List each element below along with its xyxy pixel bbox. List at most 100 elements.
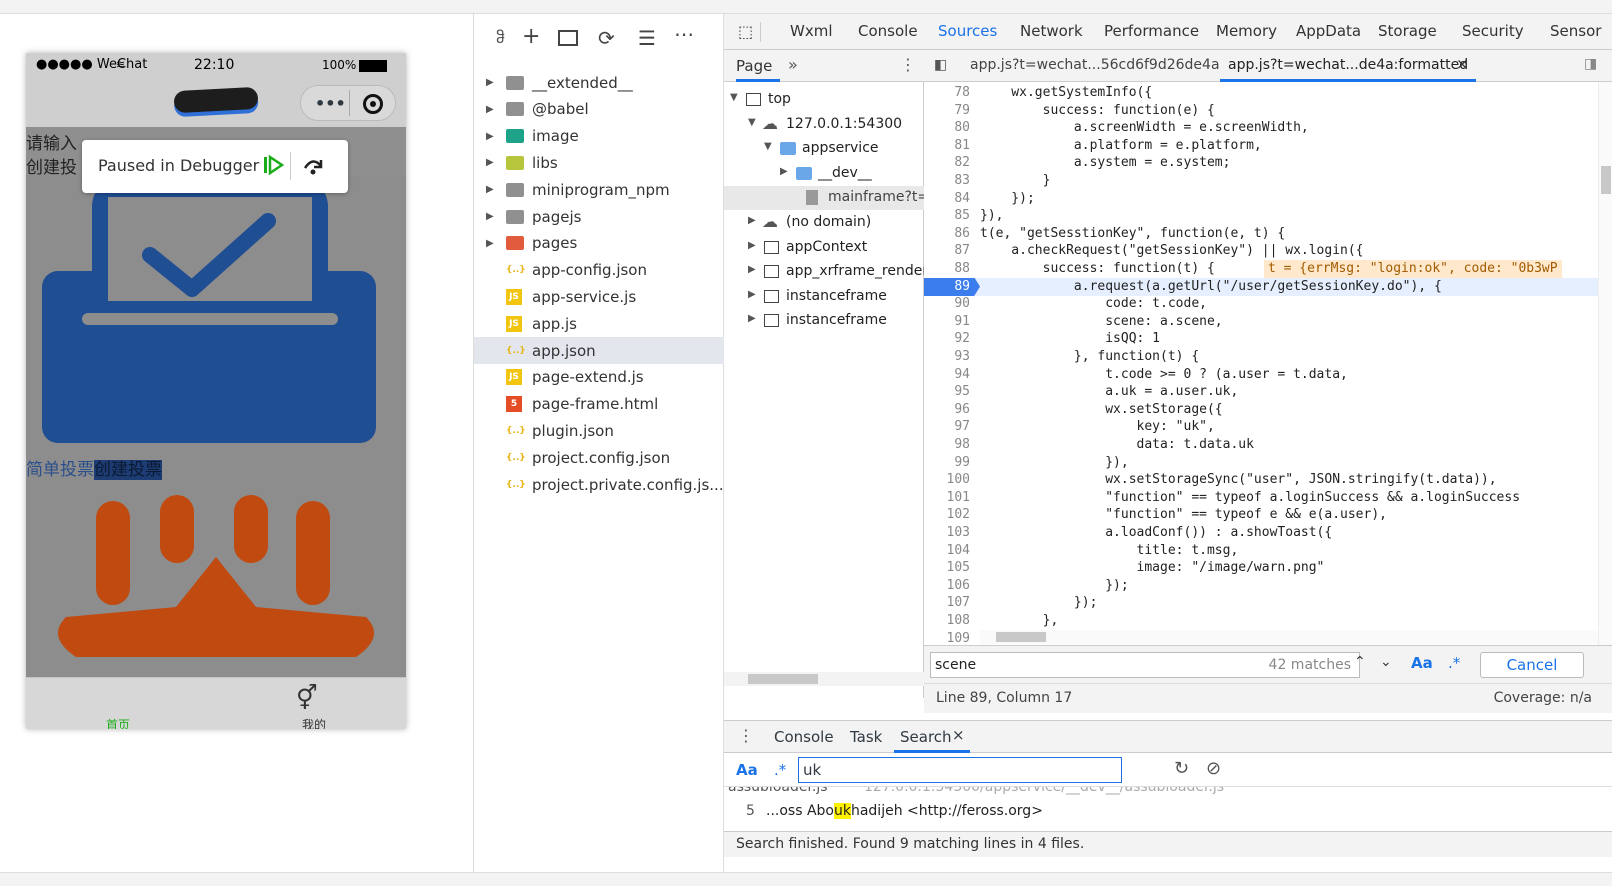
menu-capsule[interactable]: ••• (300, 85, 396, 121)
navigator-item[interactable]: ▼ ☁ 127.0.0.1:54300 (724, 113, 924, 137)
line-number[interactable]: 90 (924, 295, 974, 313)
navigator-hscroll[interactable] (724, 672, 924, 686)
navigator-item[interactable]: mainframe?t=17 (724, 186, 924, 211)
file-tree-item[interactable]: ▶ __extended__ (474, 69, 724, 96)
code-line[interactable]: 81 a.platform = e.platform, (924, 137, 1612, 155)
code-line[interactable]: 94 t.code >= 0 ? (a.user = t.data, (924, 366, 1612, 384)
code-line[interactable]: 101 "function" == typeof a.loginSuccess … (924, 489, 1612, 507)
drawer-tab-task[interactable]: Task (850, 728, 882, 746)
line-number[interactable]: 101 (924, 489, 974, 507)
tree-arrow-icon[interactable]: ▶ (748, 240, 756, 251)
sort-icon[interactable]: ☰ (638, 26, 656, 50)
tree-arrow-icon[interactable]: ▶ (748, 215, 756, 226)
tree-arrow-icon[interactable]: ▶ (748, 289, 756, 300)
tab-page[interactable]: Page (736, 57, 772, 75)
file-tree-item[interactable]: ▶ pagejs (474, 203, 724, 230)
file-tree-item[interactable]: JS app.js (474, 310, 724, 337)
drawer-search-input[interactable]: uk (798, 757, 1122, 783)
expand-arrow-icon[interactable]: ▶ (486, 184, 494, 195)
line-number[interactable]: 99 (924, 454, 974, 472)
drawer-regex[interactable]: .* (774, 761, 786, 779)
file-tree-item[interactable]: {..} app.json (474, 337, 724, 364)
code-line[interactable]: 93 }, function(t) { (924, 348, 1612, 366)
expand-arrow-icon[interactable]: ▶ (486, 77, 494, 88)
file-tree-item[interactable]: ▶ @babel (474, 96, 724, 123)
refresh-search-icon[interactable]: ↻ (1174, 758, 1189, 779)
expand-arrow-icon[interactable]: ▶ (486, 131, 494, 142)
navigator-item[interactable]: ▼ appservice (724, 137, 924, 161)
drawer-tab-console[interactable]: Console (774, 728, 834, 746)
inspect-element-icon[interactable]: ⬚ (738, 22, 753, 41)
code-line[interactable]: 91 scene: a.scene, (924, 313, 1612, 331)
line-number[interactable]: 87 (924, 242, 974, 260)
expand-arrow-icon[interactable]: ▶ (486, 211, 494, 222)
line-number[interactable]: 97 (924, 418, 974, 436)
file-tree-item[interactable]: ▶ libs (474, 149, 724, 176)
devtab-sources[interactable]: Sources (938, 22, 997, 40)
match-case-toggle[interactable]: Aa (1411, 654, 1433, 672)
code-line[interactable]: 85}), (924, 207, 1612, 225)
navigator-scroll-thumb[interactable] (748, 674, 818, 684)
code-line[interactable]: 98 data: t.data.uk (924, 436, 1612, 454)
code-scroll-thumb[interactable] (1601, 166, 1611, 194)
code-line[interactable]: 90 code: t.code, (924, 295, 1612, 313)
more-tabs-icon[interactable]: » (788, 55, 798, 74)
line-number[interactable]: 83 (924, 172, 974, 190)
devtab-console[interactable]: Console (858, 22, 918, 40)
find-prev-icon[interactable]: ⌃ (1354, 654, 1366, 670)
devtab-wxml[interactable]: Wxml (790, 22, 833, 40)
navigator-item[interactable]: ▶ appContext (724, 236, 924, 260)
code-view[interactable]: 78 wx.getSystemInfo({79 success: functio… (924, 82, 1612, 645)
code-line[interactable]: 105 image: "/image/warn.png" (924, 559, 1612, 577)
devtab-memory[interactable]: Memory (1216, 22, 1277, 40)
file-tree-item[interactable]: {..} app-config.json (474, 257, 724, 284)
line-number[interactable]: 100 (924, 471, 974, 489)
more-icon[interactable]: ••• (315, 94, 346, 113)
tree-arrow-icon[interactable]: ▼ (730, 92, 738, 103)
code-line[interactable]: 82 a.system = e.system; (924, 154, 1612, 172)
tree-arrow-icon[interactable]: ▶ (748, 264, 756, 275)
more-options-icon[interactable]: ⋯ (674, 22, 694, 46)
file-tree-item[interactable]: {..} project.config.json (474, 444, 724, 471)
code-line[interactable]: 78 wx.getSystemInfo({ (924, 84, 1612, 102)
expand-arrow-icon[interactable]: ▶ (486, 104, 494, 115)
file-tree-item[interactable]: {..} plugin.json (474, 417, 724, 444)
line-number[interactable]: 103 (924, 524, 974, 542)
code-vscroll[interactable] (1598, 82, 1612, 645)
result-file-row[interactable]: assubloader.js 127.0.0.1:54300/appservic… (724, 787, 1612, 797)
refresh-icon[interactable]: ⟳ (598, 26, 615, 50)
file-tree-item[interactable]: JS app-service.js (474, 283, 724, 310)
line-number[interactable]: 105 (924, 559, 974, 577)
result-line-row[interactable]: 5 ...oss Aboukhadijeh <http://feross.org… (724, 803, 1612, 825)
resume-icon[interactable] (262, 154, 285, 180)
find-next-icon[interactable]: ⌄ (1380, 654, 1392, 670)
line-number[interactable]: 79 (924, 102, 974, 120)
code-line[interactable]: 99 }), (924, 454, 1612, 472)
file-tab-2[interactable]: app.js?t=wechat...de4a:formatted (1228, 57, 1468, 73)
code-line[interactable]: 96 wx.setStorage({ (924, 401, 1612, 419)
navigator-item[interactable]: ▶ instanceframe (724, 285, 924, 309)
devtab-storage[interactable]: Storage (1378, 22, 1437, 40)
line-number[interactable]: 95 (924, 383, 974, 401)
line-number[interactable]: 94 (924, 366, 974, 384)
new-folder-icon[interactable] (558, 30, 578, 46)
code-line[interactable]: 86 t(e, "getSesstionKey", function(e, t) … (924, 225, 1612, 243)
code-line[interactable]: 88 success: function(t) {t = {errMsg: "l… (924, 260, 1612, 278)
code-line[interactable]: 106 }); (924, 577, 1612, 595)
tree-arrow-icon[interactable]: ▶ (748, 313, 756, 324)
code-line[interactable]: 87 a.checkRequest("getSessionKey") || wx… (924, 242, 1612, 260)
tree-arrow-icon[interactable]: ▼ (764, 141, 772, 152)
drawer-menu-icon[interactable]: ⋮ (738, 726, 754, 745)
simple-vote-link[interactable]: 简单投票 (26, 460, 94, 480)
file-tree-item[interactable]: 5 page-frame.html (474, 391, 724, 418)
clear-search-icon[interactable]: ⊘ (1206, 758, 1221, 779)
expand-arrow-icon[interactable]: ▶ (486, 157, 494, 168)
line-number[interactable]: 85 (924, 207, 974, 225)
step-over-icon[interactable] (302, 154, 324, 180)
navigator-item[interactable]: ▶ instanceframe (724, 309, 924, 333)
drawer-match-case[interactable]: Aa (736, 761, 758, 779)
line-number[interactable]: 96 (924, 401, 974, 419)
new-file-icon[interactable]: + (522, 24, 540, 49)
navigator-menu-icon[interactable]: ⋮ (900, 55, 916, 74)
line-number[interactable]: 82 (924, 154, 974, 172)
